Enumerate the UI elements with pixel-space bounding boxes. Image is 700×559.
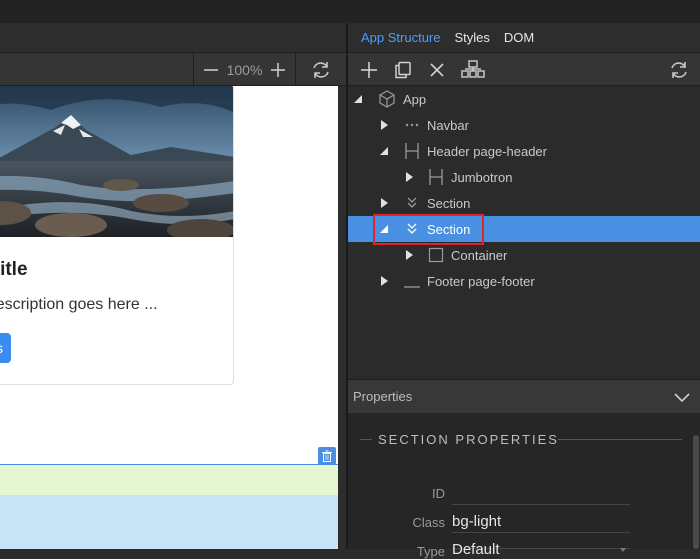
tab-styles[interactable]: Styles [455,30,490,45]
class-field[interactable]: bg-light [452,511,630,533]
expand-icon[interactable] [404,172,414,182]
type-label: Type [416,544,445,559]
minus-icon [204,68,218,71]
section-green-band[interactable] [0,465,338,495]
underscore-icon [403,272,421,290]
tree-item-label: Section [427,221,471,237]
plus-icon [271,62,285,77]
collapse-icon[interactable] [379,224,389,234]
tree-item-footer[interactable]: Footer page-footer [348,268,700,294]
chevrons-down-icon [403,220,421,238]
scrollbar-thumb[interactable] [693,435,699,549]
card-title: ect title [0,259,28,280]
refresh-canvas-button[interactable] [310,59,332,81]
chevrons-down-icon [403,194,421,212]
project-card[interactable]: ect title ect description goes here ... … [0,86,234,385]
structure-button[interactable] [461,60,485,80]
expand-icon[interactable] [404,250,414,260]
properties-body: SECTION PROPERTIES ID Class bg-light Typ… [348,413,692,559]
plus-icon [361,62,377,78]
section-blue-band[interactable] [0,495,338,549]
tree-item-label: Container [451,247,508,263]
expand-icon[interactable] [379,198,389,208]
divider [558,439,682,440]
add-element-button[interactable] [359,60,379,80]
canvas-toolbar: 100% [0,53,346,86]
tree-item-label: Section [427,195,471,211]
app-structure-tree: App Navbar Header page-header Jumbotron … [348,86,700,378]
tree-item-label: Jumbotron [451,169,513,185]
tab-dom[interactable]: DOM [504,30,534,45]
panel-tabs: App Structure Styles DOM [348,23,700,53]
divider [360,439,372,440]
design-canvas[interactable]: ect title ect description goes here ... … [0,86,338,549]
canvas-header [0,23,346,53]
tree-item-label: Footer page-footer [427,273,535,289]
properties-title: Properties [353,389,413,404]
id-field[interactable] [452,483,630,505]
close-icon [430,63,444,77]
class-label: Class [412,515,445,530]
expand-icon[interactable] [379,276,389,286]
card-image [0,86,233,237]
tree-item-app[interactable]: App [348,86,700,112]
dots-icon [403,116,421,134]
tree-item-label: Header page-header [427,143,547,159]
tab-app-structure[interactable]: App Structure [361,30,441,45]
id-label: ID [432,486,445,501]
cube-icon [378,90,396,108]
details-button[interactable]: Details [0,333,11,363]
tree-item-section[interactable]: Section [348,190,700,216]
type-select[interactable]: Default [452,540,630,558]
copy-icon [395,61,411,79]
tree-item-label: App [403,91,427,107]
properties-scrollbar[interactable] [692,413,700,549]
refresh-icon [313,62,329,78]
tree-item-container[interactable]: Container [348,242,700,268]
expand-icon[interactable] [379,120,389,130]
refresh-structure-button[interactable] [668,60,690,80]
structure-toolbar [348,53,700,86]
canvas-scrollbar[interactable] [338,86,346,549]
zoom-out-button[interactable] [202,61,220,79]
duplicate-button[interactable] [393,60,413,80]
h-icon [403,142,421,160]
zoom-control: 100% [193,53,296,86]
chevron-down-icon[interactable] [674,390,690,404]
type-select-value: Default [452,541,500,558]
tree-item-jumbotron[interactable]: Jumbotron [348,164,700,190]
trash-icon [322,450,332,462]
zoom-level: 100% [226,61,263,78]
right-panel: App Structure Styles DOM App Navbar Head… [348,23,700,559]
hierarchy-icon [461,60,485,78]
refresh-icon [671,62,687,78]
zoom-in-button[interactable] [269,61,287,79]
tree-item-header[interactable]: Header page-header [348,138,700,164]
collapse-icon[interactable] [353,94,363,104]
tree-item-section-selected[interactable]: Section [348,216,700,242]
properties-header[interactable]: Properties [348,379,700,413]
tree-item-navbar[interactable]: Navbar [348,112,700,138]
square-icon [427,246,445,264]
remove-button[interactable] [427,60,447,80]
section-properties-title: SECTION PROPERTIES [378,432,559,447]
tree-item-label: Navbar [427,117,469,133]
collapse-icon[interactable] [379,146,389,156]
h-icon [427,168,445,186]
card-description: ect description goes here ... [0,296,158,313]
delete-element-button[interactable] [318,447,336,465]
top-bar [0,0,700,23]
